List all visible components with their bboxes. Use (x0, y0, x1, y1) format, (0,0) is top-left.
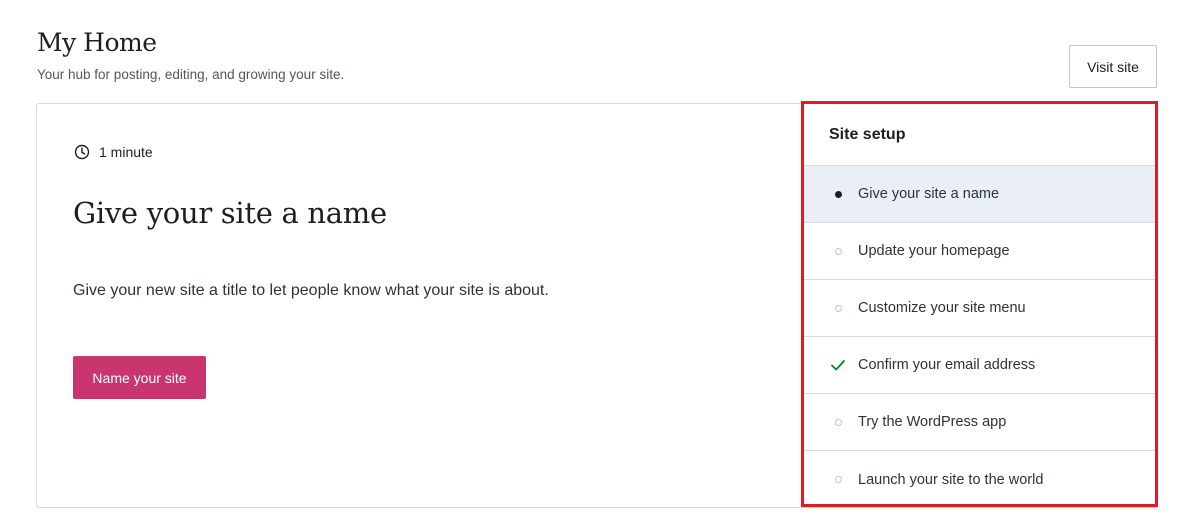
page-title: My Home (37, 28, 157, 57)
setup-item-label: Update your homepage (858, 243, 1010, 259)
setup-item-try-app[interactable]: Try the WordPress app (804, 394, 1155, 451)
visit-site-button[interactable]: Visit site (1069, 45, 1157, 88)
setup-item-label: Confirm your email address (858, 357, 1036, 373)
task-title: Give your site a name (73, 196, 387, 230)
site-setup-panel: Site setup Give your site a name Update … (801, 101, 1158, 507)
setup-item-label: Try the WordPress app (858, 414, 1007, 430)
setup-item-launch-site[interactable]: Launch your site to the world (804, 451, 1155, 508)
task-description: Give your new site a title to let people… (73, 282, 549, 299)
clock-icon (73, 143, 91, 161)
setup-item-confirm-email[interactable]: Confirm your email address (804, 337, 1155, 394)
name-your-site-button[interactable]: Name your site (73, 356, 206, 399)
pending-step-circle-icon (829, 413, 847, 431)
pending-step-circle-icon (829, 299, 847, 317)
setup-item-give-site-name[interactable]: Give your site a name (804, 166, 1155, 223)
time-estimate: 1 minute (73, 143, 153, 161)
setup-item-customize-menu[interactable]: Customize your site menu (804, 280, 1155, 337)
setup-item-label: Give your site a name (858, 186, 1000, 202)
page-subtitle: Your hub for posting, editing, and growi… (37, 67, 345, 82)
pending-step-circle-icon (829, 242, 847, 260)
task-content: 1 minute Give your site a name Give your… (73, 104, 803, 507)
site-setup-title: Site setup (804, 104, 1155, 166)
setup-item-label: Launch your site to the world (858, 471, 1044, 488)
pending-step-circle-icon (829, 471, 847, 489)
setup-item-label: Customize your site menu (858, 300, 1026, 316)
checkmark-icon (829, 356, 847, 374)
setup-item-update-homepage[interactable]: Update your homepage (804, 223, 1155, 280)
current-step-dot-icon (829, 185, 847, 203)
time-estimate-label: 1 minute (99, 144, 153, 160)
